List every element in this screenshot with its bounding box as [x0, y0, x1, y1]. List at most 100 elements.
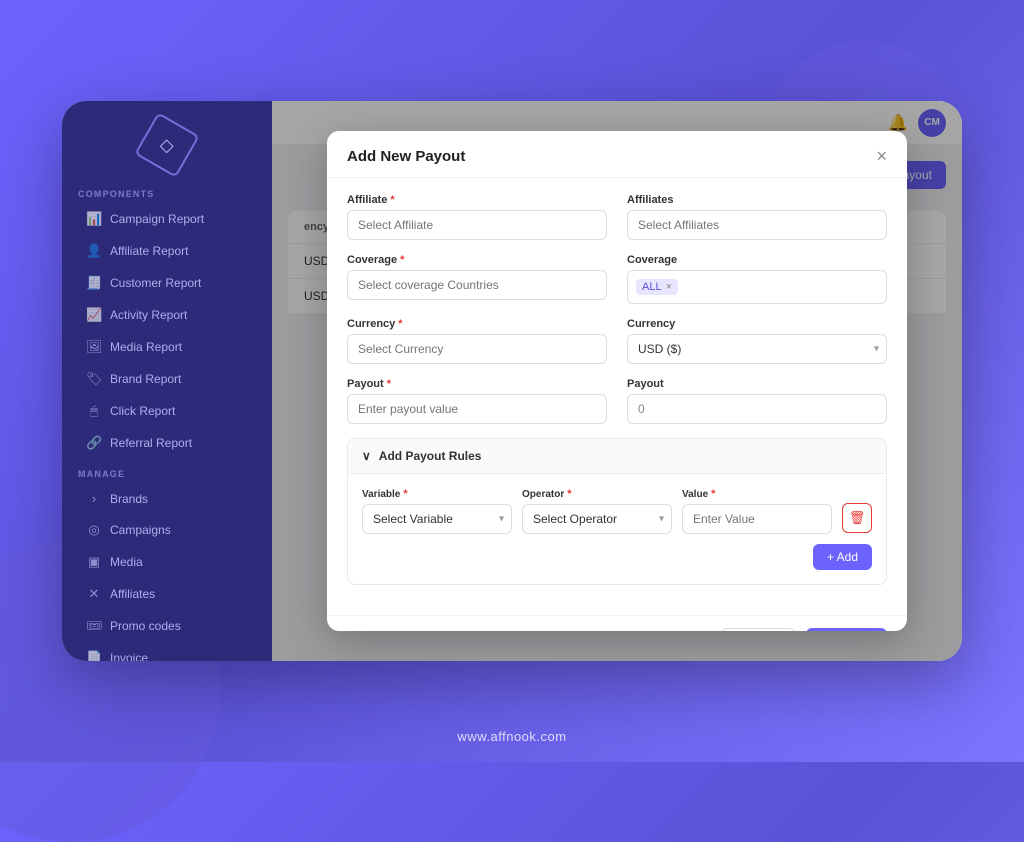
value-label: Value * [682, 488, 832, 500]
value-required-star: * [711, 488, 715, 500]
sidebar-label-click-report: Click Report [110, 404, 175, 418]
operator-required-star: * [567, 488, 571, 500]
affiliates-label: Affiliates [627, 194, 887, 206]
value-input[interactable] [682, 504, 832, 534]
rules-row: Variable * Select Variable [362, 488, 872, 534]
main-content: 🔔 CM + Add New Payout ency Cove USD A...… [272, 101, 962, 661]
form-row-coverage: Coverage * Coverage ALL × [347, 254, 887, 304]
media-report-icon: 🖼 [86, 339, 102, 355]
sidebar: ◇ COMPONENTS 📊 Campaign Report 👤 Affilia… [62, 101, 272, 661]
sidebar-logo: ◇ [62, 101, 272, 179]
operator-select[interactable]: Select Operator [522, 504, 672, 534]
currency-required-star: * [398, 318, 402, 330]
coverage-tag-all: ALL × [636, 279, 678, 295]
campaign-report-icon: 📊 [86, 211, 102, 227]
payout-required-star: * [387, 378, 391, 390]
sidebar-item-campaigns[interactable]: ◎ Campaigns [70, 515, 264, 545]
form-row-affiliate: Affiliate * Affiliates [347, 194, 887, 240]
sidebar-item-click-report[interactable]: 🖱 Click Report [70, 396, 264, 426]
brands-icon: › [86, 491, 102, 506]
payout-left-input[interactable] [347, 394, 607, 424]
logo-icon: ◇ [134, 112, 200, 178]
promo-codes-icon: 🎟 [86, 618, 102, 634]
affiliate-label: Affiliate * [347, 194, 607, 206]
sidebar-label-campaign-report: Campaign Report [110, 212, 204, 226]
sidebar-item-media[interactable]: ▣ Media [70, 547, 264, 577]
variable-select-wrapper: Select Variable [362, 504, 512, 534]
sidebar-label-promo-codes: Promo codes [110, 619, 181, 633]
modal-body: Affiliate * Affiliates [327, 178, 907, 615]
form-group-affiliate: Affiliate * [347, 194, 607, 240]
coverage-label: Coverage * [347, 254, 607, 266]
rules-group-value: Value * [682, 488, 832, 534]
currency-right-label: Currency [627, 318, 887, 330]
sidebar-label-customer-report: Customer Report [110, 276, 201, 290]
operator-label: Operator * [522, 488, 672, 500]
sidebar-label-affiliates: Affiliates [110, 587, 155, 601]
sidebar-label-referral-report: Referral Report [110, 436, 192, 450]
sidebar-item-brand-report[interactable]: 🏷 Brand Report [70, 364, 264, 394]
sidebar-item-campaign-report[interactable]: 📊 Campaign Report [70, 204, 264, 234]
form-row-payout: Payout * Payout [347, 378, 887, 424]
submit-button[interactable]: Submit [806, 628, 887, 631]
add-rule-button[interactable]: + Add [813, 544, 872, 570]
affiliates-icon: ✕ [86, 586, 102, 602]
sidebar-item-invoice[interactable]: 📄 Invoice [70, 643, 264, 661]
variable-label: Variable * [362, 488, 512, 500]
affiliates-input[interactable] [627, 210, 887, 240]
payout-label: Payout * [347, 378, 607, 390]
sidebar-section-manage: MANAGE [62, 459, 272, 483]
sidebar-item-affiliate-report[interactable]: 👤 Affiliate Report [70, 236, 264, 266]
sidebar-label-brands: Brands [110, 492, 148, 506]
form-group-payout-right: Payout [627, 378, 887, 424]
form-group-currency-left: Currency * [347, 318, 607, 364]
referral-report-icon: 🔗 [86, 435, 102, 451]
cancel-button[interactable]: Cancel [721, 628, 796, 631]
modal-title: Add New Payout [347, 148, 465, 165]
sidebar-section-reports: COMPONENTS [62, 179, 272, 203]
chevron-down-icon: ∨ [362, 449, 371, 463]
sidebar-label-activity-report: Activity Report [110, 308, 187, 322]
campaigns-icon: ◎ [86, 522, 102, 538]
form-group-payout-left: Payout * [347, 378, 607, 424]
payout-rules-header[interactable]: ∨ Add Payout Rules [348, 439, 886, 474]
sidebar-item-brands[interactable]: › Brands [70, 484, 264, 513]
delete-rule-button[interactable]: 🗑 [842, 503, 872, 533]
payout-rules-label: Add Payout Rules [379, 449, 482, 463]
sidebar-label-affiliate-report: Affiliate Report [110, 244, 189, 258]
currency-select[interactable]: USD ($) [627, 334, 887, 364]
sidebar-item-promo-codes[interactable]: 🎟 Promo codes [70, 611, 264, 641]
sidebar-item-activity-report[interactable]: 📈 Activity Report [70, 300, 264, 330]
modal-close-button[interactable]: × [876, 147, 887, 165]
media-icon: ▣ [86, 554, 102, 570]
affiliate-input[interactable] [347, 210, 607, 240]
rules-group-variable: Variable * Select Variable [362, 488, 512, 534]
sidebar-item-customer-report[interactable]: 🧾 Customer Report [70, 268, 264, 298]
operator-select-wrapper: Select Operator [522, 504, 672, 534]
add-payout-modal: Add New Payout × Affiliate * [327, 131, 907, 631]
coverage-tag-label: ALL [642, 281, 662, 293]
sidebar-item-media-report[interactable]: 🖼 Media Report [70, 332, 264, 362]
sidebar-item-referral-report[interactable]: 🔗 Referral Report [70, 428, 264, 458]
coverage-right-label: Coverage [627, 254, 887, 266]
currency-input[interactable] [347, 334, 607, 364]
modal-overlay: Add New Payout × Affiliate * [272, 101, 962, 661]
currency-label: Currency * [347, 318, 607, 330]
payout-right-label: Payout [627, 378, 887, 390]
modal-header: Add New Payout × [327, 131, 907, 178]
customer-report-icon: 🧾 [86, 275, 102, 291]
affiliate-report-icon: 👤 [86, 243, 102, 259]
payout-value-input[interactable] [627, 394, 887, 424]
affiliate-required-star: * [390, 194, 394, 206]
currency-select-wrapper: USD ($) [627, 334, 887, 364]
sidebar-label-media: Media [110, 555, 143, 569]
coverage-input[interactable] [347, 270, 607, 300]
rules-group-operator: Operator * Select Operator [522, 488, 672, 534]
form-group-coverage-right: Coverage ALL × [627, 254, 887, 304]
variable-required-star: * [403, 488, 407, 500]
coverage-tags-container[interactable]: ALL × [627, 270, 887, 304]
sidebar-label-media-report: Media Report [110, 340, 182, 354]
variable-select[interactable]: Select Variable [362, 504, 512, 534]
sidebar-item-affiliates[interactable]: ✕ Affiliates [70, 579, 264, 609]
coverage-tag-remove-icon[interactable]: × [666, 281, 672, 293]
